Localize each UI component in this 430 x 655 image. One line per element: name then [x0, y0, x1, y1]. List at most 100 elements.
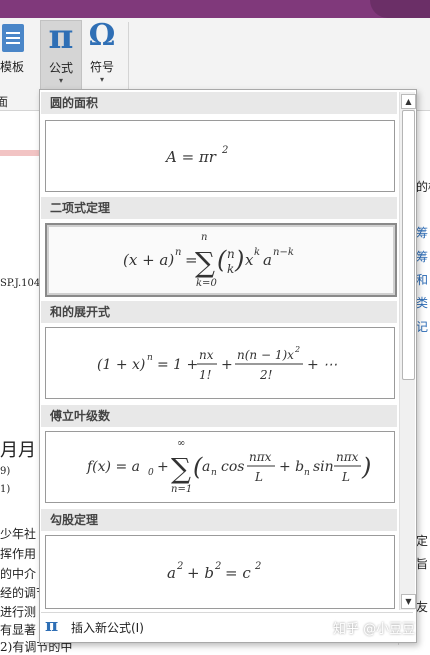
formula-item-circle-area[interactable]: A = πr 2: [45, 120, 395, 192]
formula-item-fourier[interactable]: f(x) = a 0 + ∞ ∑ n=1 ( a n cos nπx L + b…: [45, 431, 395, 503]
svg-text:∑: ∑: [171, 452, 191, 485]
symbol-button[interactable]: Ω 符号 ▾: [82, 18, 122, 90]
omega-icon: Ω: [88, 18, 116, 53]
svg-text:n=1: n=1: [171, 484, 192, 495]
doc-text-line: 的中介: [0, 567, 37, 581]
formula-item-binomial[interactable]: (x + a) n = n ∑ k=0 ( n k ) x k a n−k: [45, 223, 397, 297]
doc-right-link[interactable]: 筹: [416, 224, 428, 241]
svg-text:x: x: [245, 251, 254, 269]
doc-right-text: 定: [416, 534, 429, 548]
doc-right-link[interactable]: 筹: [416, 248, 428, 265]
svg-text:k: k: [227, 262, 234, 276]
svg-text:+: +: [157, 459, 169, 475]
title-bar-corner: [370, 0, 430, 18]
template-button[interactable]: 模板: [0, 20, 34, 90]
svg-text:2!: 2!: [259, 368, 273, 382]
formula-render: A = πr 2: [46, 121, 394, 191]
chevron-down-icon: ▾: [99, 75, 104, 84]
formula-label: 公式: [48, 61, 73, 75]
svg-text:(: (: [217, 246, 227, 274]
watermark: 知乎 @小豆豆: [333, 622, 416, 637]
doc-text-line: 1): [0, 484, 11, 495]
svg-text:): ): [234, 246, 244, 274]
symbol-label: 符号: [89, 60, 114, 74]
svg-text:f(x) = a: f(x) = a: [86, 459, 140, 475]
doc-right-text: 旨: [416, 557, 429, 571]
pi-icon: π: [45, 615, 59, 636]
svg-text:n: n: [211, 468, 217, 478]
svg-text:2: 2: [221, 145, 228, 156]
svg-text:1!: 1!: [199, 368, 212, 382]
svg-text:L: L: [341, 470, 350, 484]
svg-text:n: n: [304, 468, 310, 478]
document-template-icon: [2, 24, 24, 52]
scrollbar-thumb[interactable]: [402, 110, 415, 380]
insert-new-formula-label: 插入新公式(I): [71, 621, 144, 635]
doc-text-line: 有显著: [0, 623, 37, 637]
svg-text:2: 2: [254, 561, 261, 572]
svg-text:n: n: [201, 232, 207, 243]
section-header-fourier: 傅立叶级数: [41, 405, 397, 427]
svg-text:n: n: [175, 247, 181, 258]
doc-text-line: 进行测: [0, 605, 37, 619]
formula-render: (1 + x) n = 1 + nx 1! + n(n − 1)x 2 2! +…: [46, 328, 394, 398]
svg-text:a: a: [202, 459, 210, 475]
section-header-pythagorean: 勾股定理: [41, 509, 397, 531]
formula-item-pythagorean[interactable]: a 2 + b 2 = c 2: [45, 535, 395, 609]
svg-text:+: +: [221, 357, 233, 373]
svg-text:2: 2: [294, 345, 300, 354]
doc-right-text: 的楼: [416, 180, 430, 194]
svg-text:n: n: [147, 353, 153, 363]
svg-text:a: a: [167, 564, 176, 582]
title-bar: [0, 0, 430, 18]
svg-text:n−k: n−k: [273, 247, 294, 258]
ribbon-group-label: 面: [0, 95, 9, 109]
chevron-down-icon: ▾: [58, 76, 63, 85]
svg-text:nπx: nπx: [336, 450, 359, 464]
formula-button[interactable]: π 公式 ▾: [40, 17, 82, 92]
scroll-up-arrow-icon[interactable]: ▲: [401, 94, 416, 109]
svg-text:= c: = c: [225, 564, 251, 582]
svg-text:L: L: [254, 470, 263, 484]
formula-render: (x + a) n = n ∑ k=0 ( n k ) x k a n−k: [47, 225, 395, 295]
svg-text:a: a: [263, 251, 272, 269]
svg-text:0: 0: [148, 468, 154, 478]
svg-text:n: n: [227, 247, 235, 261]
svg-text:(1 + x): (1 + x): [97, 357, 145, 373]
svg-text:nx: nx: [199, 348, 214, 362]
formula-gallery: 圆的面积 A = πr 2 二项式定理 (x + a) n = n ∑ k=0 …: [39, 89, 417, 643]
svg-text:nπx: nπx: [249, 450, 272, 464]
doc-right-link[interactable]: 和: [416, 271, 428, 288]
section-header-sum-expansion: 和的展开式: [41, 301, 397, 323]
svg-text:+ b: + b: [187, 564, 214, 582]
svg-text:2: 2: [176, 561, 183, 572]
doc-heading: 月月: [0, 440, 36, 461]
svg-text:A = πr: A = πr: [164, 148, 217, 166]
svg-text:2: 2: [214, 561, 221, 572]
svg-text:cos: cos: [221, 459, 244, 475]
svg-text:∞: ∞: [177, 438, 185, 449]
svg-text:n(n − 1)x: n(n − 1)x: [237, 348, 294, 362]
section-header-circle-area: 圆的面积: [41, 92, 397, 114]
formula-item-sum-expansion[interactable]: (1 + x) n = 1 + nx 1! + n(n − 1)x 2 2! +…: [45, 327, 395, 399]
svg-text:sin: sin: [313, 459, 334, 475]
section-header-binomial: 二项式定理: [41, 197, 397, 219]
doc-text-line: 挥作用: [0, 547, 37, 561]
svg-text:k=0: k=0: [196, 278, 217, 289]
scroll-down-arrow-icon[interactable]: ▼: [401, 594, 416, 609]
document-highlight-bar: [0, 150, 40, 156]
formula-render: a 2 + b 2 = c 2: [46, 536, 394, 608]
template-label: 模板: [0, 60, 24, 74]
formula-render: f(x) = a 0 + ∞ ∑ n=1 ( a n cos nπx L + b…: [46, 432, 394, 502]
doc-text-line: 少年社: [0, 527, 37, 541]
doc-right-text: 友: [416, 600, 429, 614]
doc-right-link[interactable]: 类: [416, 294, 428, 311]
doc-text-line: SP.J.104: [0, 278, 41, 289]
svg-text:k: k: [254, 247, 260, 258]
svg-text:+ b: + b: [279, 459, 304, 475]
doc-right-link[interactable]: 记: [416, 318, 428, 335]
svg-text:∑: ∑: [195, 246, 215, 279]
svg-text:+ ⋯: + ⋯: [307, 357, 337, 373]
gallery-scrollbar[interactable]: ▲ ▼: [399, 92, 416, 610]
svg-text:): ): [361, 453, 371, 481]
